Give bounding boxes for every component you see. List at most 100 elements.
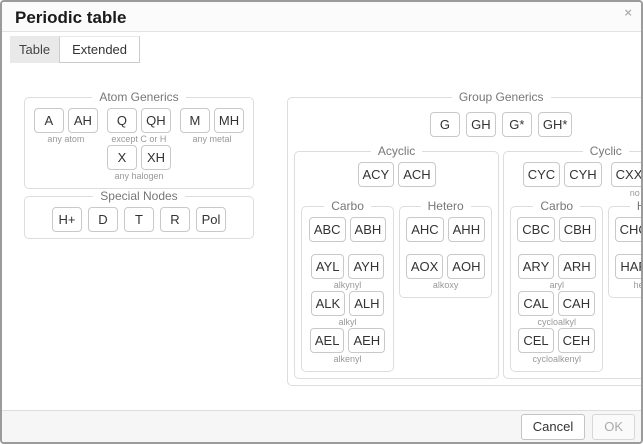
generic-button-har[interactable]: HAR bbox=[615, 254, 643, 279]
generic-button-chc[interactable]: CHC bbox=[615, 217, 643, 242]
pair-buttons: CELCEH bbox=[518, 328, 595, 353]
generic-button-mh[interactable]: MH bbox=[214, 108, 244, 133]
acyclic-legend: Acyclic bbox=[371, 144, 422, 158]
group-generics-legend: Group Generics bbox=[452, 90, 551, 104]
pair-buttons: ABCABH bbox=[309, 217, 386, 242]
generic-button-ceh[interactable]: CEH bbox=[558, 328, 595, 353]
pair-caption: hetero aryl bbox=[634, 280, 643, 291]
button-pair: ALKALHalkyl bbox=[311, 291, 385, 328]
pair-caption: cycloalkenyl bbox=[532, 354, 581, 365]
generic-button-ayh[interactable]: AYH bbox=[348, 254, 384, 279]
pair-caption: no carbon bbox=[630, 188, 643, 199]
pair-buttons: HARHAH bbox=[615, 254, 643, 279]
pair-caption: alkoxy bbox=[433, 280, 459, 291]
generic-button-aeh[interactable]: AEH bbox=[348, 328, 385, 353]
generic-button-a[interactable]: A bbox=[34, 108, 64, 133]
atom-generics-row-1: AAHany atomQQHexcept C or HMMHany metal bbox=[31, 108, 247, 145]
dialog-header: Periodic table × bbox=[2, 2, 641, 32]
special-nodes-row: H+DTRPol bbox=[31, 207, 247, 232]
pair-buttons: CXXCXH bbox=[611, 162, 643, 187]
button-pair: AELAEHalkenyl bbox=[310, 328, 385, 365]
generic-button-abh[interactable]: ABH bbox=[350, 217, 387, 242]
generic-button-cyh[interactable]: CYH bbox=[564, 162, 601, 187]
ok-button[interactable]: OK bbox=[592, 414, 635, 440]
generic-button-aoh[interactable]: AOH bbox=[447, 254, 485, 279]
tab-bar: Table Extended bbox=[2, 32, 641, 63]
generic-button-cel[interactable]: CEL bbox=[518, 328, 553, 353]
acyclic-top-row: ACYACH bbox=[301, 162, 492, 199]
generic-button-cyc[interactable]: CYC bbox=[523, 162, 560, 187]
generic-button-abc[interactable]: ABC bbox=[309, 217, 346, 242]
generic-button-q[interactable]: Q bbox=[107, 108, 137, 133]
acyclic-carbo-legend: Carbo bbox=[324, 199, 371, 213]
generic-button-ah[interactable]: AH bbox=[68, 108, 98, 133]
generic-button-g[interactable]: G bbox=[430, 112, 460, 137]
generic-button-m[interactable]: M bbox=[180, 108, 210, 133]
pair-caption: any atom bbox=[47, 134, 84, 145]
pair-caption: alkenyl bbox=[334, 354, 362, 365]
acyclic-columns: Carbo ABCABHAYLAYHalkynylALKALHalkylAELA… bbox=[301, 199, 492, 372]
cancel-button[interactable]: Cancel bbox=[521, 414, 585, 440]
generic-button-cah[interactable]: CAH bbox=[558, 291, 595, 316]
special-nodes-legend: Special Nodes bbox=[93, 189, 184, 203]
pair-buttons: AAH bbox=[34, 108, 98, 133]
generic-button-acy[interactable]: ACY bbox=[358, 162, 395, 187]
pair-caption: any metal bbox=[192, 134, 231, 145]
generic-button-t[interactable]: T bbox=[124, 207, 154, 232]
close-icon[interactable]: × bbox=[624, 6, 632, 19]
generic-button-alh[interactable]: ALH bbox=[349, 291, 384, 316]
pair-buttons: CHCCHH bbox=[615, 217, 643, 242]
pair-buttons: MMH bbox=[180, 108, 244, 133]
generic-button-cal[interactable]: CAL bbox=[518, 291, 553, 316]
generic-button-alk[interactable]: ALK bbox=[311, 291, 346, 316]
generic-button-ahh[interactable]: AHH bbox=[448, 217, 485, 242]
generic-button-ael[interactable]: AEL bbox=[310, 328, 345, 353]
pair-caption: any halogen bbox=[114, 171, 163, 182]
generic-button-arh[interactable]: ARH bbox=[558, 254, 595, 279]
cyclic-columns: Carbo CBCCBHARYARHarylCALCAHcycloalkylCE… bbox=[510, 199, 643, 372]
generic-button-d[interactable]: D bbox=[88, 207, 118, 232]
generic-button-xh[interactable]: XH bbox=[141, 145, 171, 170]
generic-button-x[interactable]: X bbox=[107, 145, 137, 170]
pair-buttons: AELAEH bbox=[310, 328, 385, 353]
generic-button-qh[interactable]: QH bbox=[141, 108, 171, 133]
acyclic-hetero-legend: Hetero bbox=[421, 199, 471, 213]
button-pair: ACYACH bbox=[358, 162, 436, 199]
generic-button-ayl[interactable]: AYL bbox=[311, 254, 345, 279]
dialog-title: Periodic table bbox=[15, 8, 126, 27]
generic-button-aox[interactable]: AOX bbox=[406, 254, 443, 279]
button-pair: AHCAHH bbox=[406, 217, 485, 254]
button-pair: CBCCBH bbox=[517, 217, 596, 254]
generic-button-cbc[interactable]: CBC bbox=[517, 217, 554, 242]
cyclic-hetero-group: Hetero CHCCHHHARHAHhetero aryl bbox=[608, 199, 643, 298]
generic-button-gstar[interactable]: G* bbox=[502, 112, 532, 137]
tab-table[interactable]: Table bbox=[10, 36, 59, 63]
generic-button-ghstar[interactable]: GH* bbox=[538, 112, 573, 137]
generic-button-ary[interactable]: ARY bbox=[518, 254, 555, 279]
generic-button-pol[interactable]: Pol bbox=[196, 207, 226, 232]
generic-button-ahc[interactable]: AHC bbox=[406, 217, 443, 242]
button-pair: AYLAYHalkynyl bbox=[311, 254, 384, 291]
atom-generics-row-2: XXHany halogen bbox=[31, 145, 247, 182]
acyclic-group: Acyclic ACYACH Carbo ABCABH AYLAYHalkynyl… bbox=[294, 144, 499, 379]
button-pair: XXHany halogen bbox=[107, 145, 171, 182]
button-pair: AOXAOHalkoxy bbox=[406, 254, 486, 291]
generic-button-r[interactable]: R bbox=[160, 207, 190, 232]
generic-button-cxx[interactable]: CXX bbox=[611, 162, 643, 187]
tab-extended[interactable]: Extended bbox=[59, 36, 140, 63]
button-pair: MMHany metal bbox=[180, 108, 244, 145]
cyclic-carbo-list: CBCCBHARYARHarylCALCAHcycloalkylCELCEHcy… bbox=[517, 217, 596, 365]
generic-button-ach[interactable]: ACH bbox=[398, 162, 435, 187]
pair-buttons: ALKALH bbox=[311, 291, 385, 316]
pair-buttons: CYCCYH bbox=[523, 162, 602, 187]
group-generics-group: Group Generics GGHG*GH* Acyclic ACYACH C… bbox=[287, 90, 643, 386]
button-pair: QQHexcept C or H bbox=[107, 108, 171, 145]
atom-generics-legend: Atom Generics bbox=[92, 90, 185, 104]
cyclic-top-row: CYCCYH CXXCXHno carbon bbox=[510, 162, 643, 199]
cyclic-carbo-group: Carbo CBCCBHARYARHarylCALCAHcycloalkylCE… bbox=[510, 199, 603, 372]
button-pair: CELCEHcycloalkenyl bbox=[518, 328, 595, 365]
generic-button-hplus[interactable]: H+ bbox=[52, 207, 82, 232]
generic-button-cbh[interactable]: CBH bbox=[559, 217, 596, 242]
generic-button-gh[interactable]: GH bbox=[466, 112, 496, 137]
button-pair: CYCCYH bbox=[523, 162, 602, 199]
